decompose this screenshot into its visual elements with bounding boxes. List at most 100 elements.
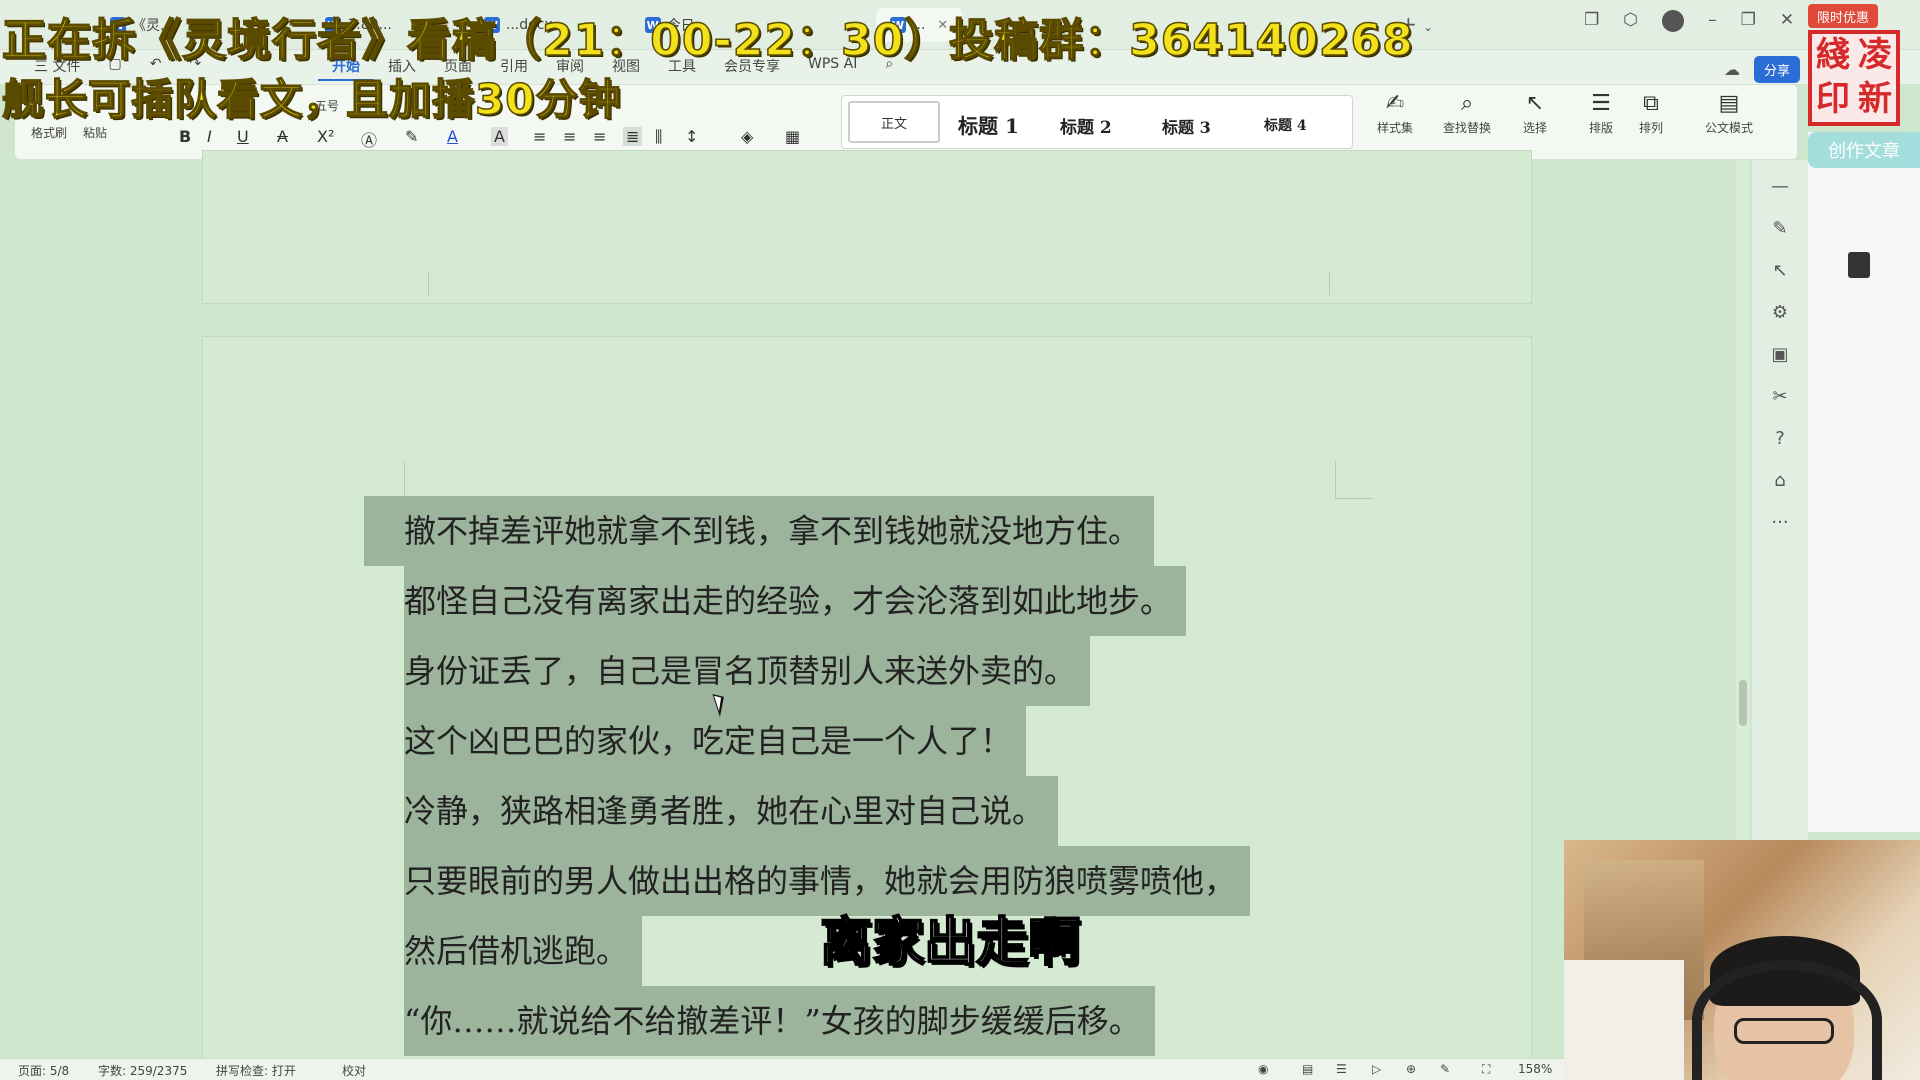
selected-text[interactable]: “你……就说给不给撤差评！”女孩的脚步缓缓后移。 bbox=[404, 986, 1155, 1056]
zoom-level[interactable]: 158% bbox=[1518, 1062, 1552, 1076]
arrange-button[interactable]: ⧉ 排列 bbox=[1639, 91, 1663, 136]
justify-icon[interactable]: ≣ bbox=[623, 127, 643, 146]
border-icon[interactable]: ▦ bbox=[785, 127, 800, 146]
collapse-icon[interactable]: — bbox=[1768, 176, 1792, 200]
outline-view-icon[interactable]: ☰ bbox=[1336, 1062, 1347, 1076]
selected-text[interactable]: 然后借机逃跑。 bbox=[404, 916, 643, 986]
cursor-select-icon: ↖ bbox=[1525, 91, 1545, 116]
style-heading-3[interactable]: 标题 3 bbox=[1162, 114, 1211, 138]
maximize-icon[interactable]: ❐ bbox=[1741, 10, 1756, 32]
web-view-icon[interactable]: ⊕ bbox=[1406, 1062, 1416, 1076]
help-icon[interactable]: ? bbox=[1768, 428, 1792, 452]
restore-window-icon[interactable]: ❐ bbox=[1584, 10, 1599, 32]
create-article-button[interactable]: 创作文章 bbox=[1808, 132, 1920, 168]
distribute-icon[interactable]: ⫼ bbox=[655, 127, 662, 147]
document-outline-icon[interactable] bbox=[1848, 252, 1870, 278]
arrange-label: 排列 bbox=[1639, 121, 1664, 135]
play-icon[interactable]: ▷ bbox=[1372, 1062, 1381, 1076]
paragraph-line[interactable]: “你……就说给不给撤差评！”女孩的脚步缓缓后移。 bbox=[404, 986, 1304, 1056]
seal-char: 新 bbox=[1858, 79, 1892, 119]
margin-mark bbox=[381, 461, 405, 499]
seal-char: 綫 bbox=[1816, 35, 1850, 75]
select-button[interactable]: ↖ 选择 bbox=[1523, 91, 1547, 136]
selected-text[interactable]: 撤不掉差评她就拿不到钱，拿不到钱她就没地方住。 bbox=[364, 496, 1155, 566]
style-gallery: 正文 标题 1 标题 2 标题 3 标题 4 bbox=[841, 95, 1353, 149]
side-panel: 创作文章 bbox=[1808, 132, 1920, 832]
more-icon[interactable]: ··· bbox=[1768, 512, 1792, 536]
previous-page bbox=[202, 150, 1532, 304]
pointer-icon[interactable]: ↖ bbox=[1768, 260, 1792, 284]
magnifier-icon: ⌕ bbox=[1460, 91, 1474, 116]
screen: W 《灵... W 1.80... W ...docx W 今日... W... ✕ + … bbox=[0, 0, 1920, 1080]
style-normal[interactable]: 正文 bbox=[848, 101, 940, 143]
selected-text[interactable]: 这个凶巴巴的家伙，吃定自己是一个人了！ bbox=[404, 706, 1027, 776]
layout-button[interactable]: ☰ 排版 bbox=[1589, 91, 1613, 136]
shirt-icon[interactable]: ⌂ bbox=[1768, 470, 1792, 494]
share-button[interactable]: 分享 bbox=[1753, 56, 1800, 83]
pen-mode-icon[interactable]: ✎ bbox=[1440, 1062, 1450, 1076]
text-effect-icon[interactable]: Ⓐ bbox=[361, 127, 377, 151]
style-set-button[interactable]: ✍ 样式集 bbox=[1377, 91, 1413, 136]
char-shading-icon[interactable]: A bbox=[491, 127, 508, 146]
word-count[interactable]: 字数: 259/2375 bbox=[98, 1062, 187, 1079]
chair bbox=[1564, 960, 1684, 1080]
tools-icon[interactable]: ✂ bbox=[1768, 386, 1792, 410]
highlight-icon[interactable]: ✎ bbox=[405, 127, 418, 146]
webcam-overlay bbox=[1564, 840, 1920, 1080]
style-set-icon: ✍ bbox=[1385, 91, 1405, 116]
margin-mark bbox=[1329, 271, 1353, 295]
chevron-down-icon[interactable]: ⌄ bbox=[1423, 20, 1433, 34]
align-left-icon[interactable]: ≡ bbox=[533, 127, 546, 146]
bold-icon[interactable]: B bbox=[179, 127, 191, 146]
line-spacing-icon[interactable]: ↕ bbox=[685, 127, 698, 146]
align-right-icon[interactable]: ≡ bbox=[593, 127, 606, 146]
arrange-icon: ⧉ bbox=[1643, 91, 1659, 116]
underline-icon[interactable]: U bbox=[237, 127, 249, 146]
minimize-icon[interactable]: – bbox=[1708, 10, 1717, 32]
align-center-icon[interactable]: ≡ bbox=[563, 127, 576, 146]
pen-icon[interactable]: ✎ bbox=[1768, 218, 1792, 242]
official-mode-label: 公文模式 bbox=[1705, 121, 1754, 135]
paragraph-line[interactable]: 这个凶巴巴的家伙，吃定自己是一个人了！ bbox=[404, 706, 1304, 776]
italic-icon[interactable]: I bbox=[207, 127, 212, 146]
find-replace-button[interactable]: ⌕ 查找替换 bbox=[1443, 91, 1491, 136]
strikethrough-icon[interactable]: A bbox=[277, 127, 288, 146]
live-subtitle: 离家出走啊 bbox=[819, 912, 1081, 974]
layout-label: 排版 bbox=[1589, 121, 1614, 135]
selected-text[interactable]: 身份证丢了，自己是冒名顶替别人来送外卖的。 bbox=[404, 636, 1091, 706]
page-indicator[interactable]: 页面: 5/8 bbox=[18, 1062, 69, 1079]
stream-banner-line-2: 舰长可插队看文，且加播30分钟 bbox=[1, 74, 622, 125]
page-view-icon[interactable]: ▤ bbox=[1302, 1062, 1313, 1076]
layout-icon: ☰ bbox=[1591, 91, 1611, 116]
promo-badge[interactable]: 限时优惠 bbox=[1808, 4, 1878, 28]
window-controls: ❐ ⬡ – ❐ ✕ bbox=[1584, 10, 1794, 32]
stream-banner-line-1: 正在拆《灵境行者》看稿（21：00-22：30）投稿群：364140268 bbox=[1, 14, 1414, 67]
paragraph-line[interactable]: 都怪自己没有离家出走的经验，才会沦落到如此地步。 bbox=[404, 566, 1304, 636]
selected-text[interactable]: 冷静，狭路相逢勇者胜，她在心里对自己说。 bbox=[404, 776, 1059, 846]
selected-text[interactable]: 都怪自己没有离家出走的经验，才会沦落到如此地步。 bbox=[404, 566, 1187, 636]
shading-fill-icon[interactable]: ◈ bbox=[741, 127, 753, 146]
fit-page-icon[interactable]: ⛶ bbox=[1482, 1062, 1490, 1077]
spell-check-toggle[interactable]: 拼写检查: 打开 bbox=[216, 1062, 296, 1079]
image-icon[interactable]: ▣ bbox=[1768, 344, 1792, 368]
font-color-icon[interactable]: A bbox=[447, 127, 458, 146]
style-heading-4[interactable]: 标题 4 bbox=[1264, 115, 1307, 135]
avatar[interactable] bbox=[1662, 10, 1685, 32]
proofread-button[interactable]: 校对 bbox=[342, 1062, 366, 1079]
style-set-label: 样式集 bbox=[1377, 121, 1414, 135]
margin-mark bbox=[405, 271, 429, 295]
paragraph-line[interactable]: 冷静，狭路相逢勇者胜，她在心里对自己说。 bbox=[404, 776, 1304, 846]
cube-icon[interactable]: ⬡ bbox=[1623, 10, 1638, 32]
superscript-icon[interactable]: X² bbox=[317, 127, 334, 146]
sliders-icon[interactable]: ⚙ bbox=[1768, 302, 1792, 326]
style-heading-2[interactable]: 标题 2 bbox=[1060, 113, 1112, 138]
close-window-icon[interactable]: ✕ bbox=[1780, 10, 1794, 32]
red-seal-logo: 綫 凌 印 新 bbox=[1808, 30, 1900, 126]
paragraph-line[interactable]: 身份证丢了，自己是冒名顶替别人来送外卖的。 bbox=[404, 636, 1304, 706]
cloud-upload-icon[interactable]: ☁ bbox=[1724, 60, 1740, 79]
style-heading-1[interactable]: 标题 1 bbox=[958, 110, 1019, 139]
eye-icon[interactable]: ◉ bbox=[1258, 1062, 1268, 1076]
scrollbar-thumb[interactable] bbox=[1739, 680, 1747, 726]
paragraph-line[interactable]: 撤不掉差评她就拿不到钱，拿不到钱她就没地方住。 bbox=[364, 496, 1304, 566]
official-mode-button[interactable]: ▤ 公文模式 bbox=[1705, 91, 1753, 136]
